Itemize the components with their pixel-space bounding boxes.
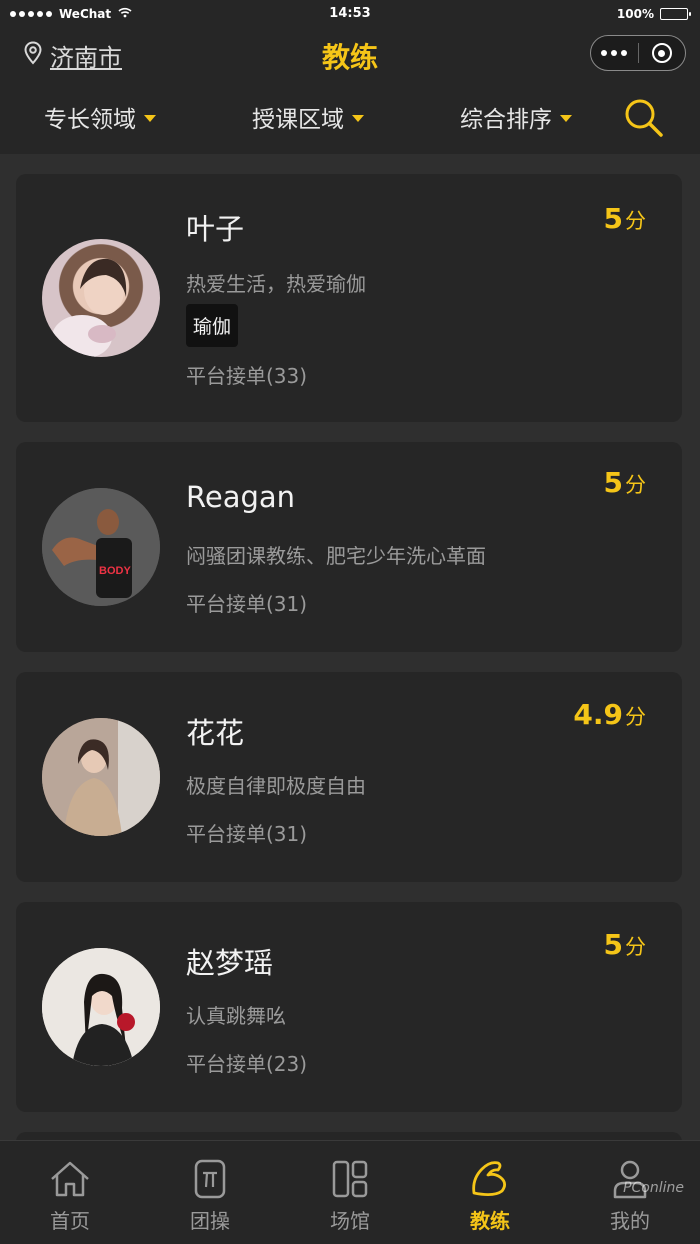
score-value: 4.9 <box>573 698 623 731</box>
avatar <box>42 948 160 1066</box>
coach-score: 4.9分 <box>573 698 646 731</box>
score-unit: 分 <box>625 705 646 729</box>
close-mini-program-icon[interactable] <box>639 43 686 63</box>
clock: 14:53 <box>329 6 371 21</box>
order-count: 平台接单(33) <box>186 364 308 388</box>
coach-score: 5分 <box>604 202 646 235</box>
coach-motto: 极度自律即极度自由 <box>186 774 366 798</box>
coach-score: 5分 <box>604 466 646 499</box>
filter-area-label: 授课区域 <box>252 107 344 133</box>
filter-specialty-label: 专长领域 <box>44 107 136 133</box>
nav-bar: 济南市 教练 <box>0 30 700 80</box>
venue-icon <box>332 1160 368 1198</box>
battery-percent: 100% <box>616 7 654 21</box>
coach-name: 叶子 <box>186 212 245 246</box>
score-value: 5 <box>603 928 623 961</box>
tab-group-class-label: 团操 <box>190 1209 230 1233</box>
tab-venue-label: 场馆 <box>330 1209 370 1233</box>
avatar <box>42 239 160 357</box>
coach-card[interactable]: BODY Reagan 5分 闷骚团课教练、肥宅少年洗心革面 平台接单(31) <box>16 442 682 652</box>
tab-mine-label: 我的 <box>610 1209 650 1233</box>
svg-text:BODY: BODY <box>99 565 131 577</box>
avatar <box>42 718 160 836</box>
avatar: BODY <box>42 488 160 606</box>
battery-icon <box>660 8 691 20</box>
order-count: 平台接单(31) <box>186 592 308 616</box>
tab-coach[interactable]: 教练 <box>420 1141 560 1244</box>
mini-program-capsule <box>590 35 686 71</box>
coach-card[interactable]: 赵梦瑶 5分 认真跳舞吆 平台接单(23) <box>16 902 682 1112</box>
coach-card[interactable]: 叶子 5分 热爱生活，热爱瑜伽 瑜伽 平台接单(33) <box>16 174 682 422</box>
tab-coach-label: 教练 <box>470 1209 510 1233</box>
caret-down-icon <box>560 115 572 122</box>
status-bar: WeChat 14:53 100% <box>0 0 700 30</box>
specialty-tag: 瑜伽 <box>186 304 239 347</box>
score-unit: 分 <box>625 209 646 233</box>
group-class-icon <box>194 1159 226 1199</box>
coach-motto: 认真跳舞吆 <box>186 1004 286 1028</box>
home-icon <box>51 1161 89 1197</box>
caret-down-icon <box>352 115 364 122</box>
filter-bar: 专长领域 授课区域 综合排序 <box>0 80 700 154</box>
tab-group-class[interactable]: 团操 <box>140 1141 280 1244</box>
filter-specialty[interactable]: 专长领域 <box>44 100 156 134</box>
coach-card[interactable]: 花花 4.9分 极度自律即极度自由 平台接单(31) <box>16 672 682 882</box>
more-menu-icon[interactable] <box>591 50 638 56</box>
tab-home[interactable]: 首页 <box>0 1141 140 1244</box>
score-unit: 分 <box>625 473 646 497</box>
filter-area[interactable]: 授课区域 <box>252 100 364 134</box>
coach-motto: 闷骚团课教练、肥宅少年洗心革面 <box>186 544 486 568</box>
coach-name: Reagan <box>186 480 296 514</box>
tab-venue[interactable]: 场馆 <box>280 1141 420 1244</box>
coach-name: 花花 <box>186 716 245 750</box>
score-unit: 分 <box>625 935 646 959</box>
battery-status: 100% <box>616 7 691 21</box>
score-value: 5 <box>603 466 623 499</box>
search-icon[interactable] <box>622 96 666 140</box>
tab-home-label: 首页 <box>50 1209 90 1233</box>
order-count: 平台接单(31) <box>186 822 308 846</box>
filter-sort[interactable]: 综合排序 <box>460 100 572 134</box>
score-value: 5 <box>603 202 623 235</box>
tab-bar: 首页 团操 场馆 教练 我的 <box>0 1140 700 1244</box>
filter-sort-label: 综合排序 <box>460 107 552 133</box>
order-count: 平台接单(23) <box>186 1052 308 1076</box>
coach-arm-icon <box>472 1161 506 1196</box>
caret-down-icon <box>144 115 156 122</box>
coach-motto: 热爱生活，热爱瑜伽 <box>186 272 366 296</box>
coach-score: 5分 <box>604 928 646 961</box>
watermark: PConline <box>623 1180 684 1196</box>
app: WeChat 14:53 100% 济南市 教练 专长领域 授课区域 综合排序 … <box>0 0 700 1244</box>
coach-card[interactable] <box>16 1132 682 1140</box>
coach-name: 赵梦瑶 <box>186 946 274 980</box>
coach-list: 叶子 5分 热爱生活，热爱瑜伽 瑜伽 平台接单(33) BODY Reagan … <box>0 154 700 1140</box>
